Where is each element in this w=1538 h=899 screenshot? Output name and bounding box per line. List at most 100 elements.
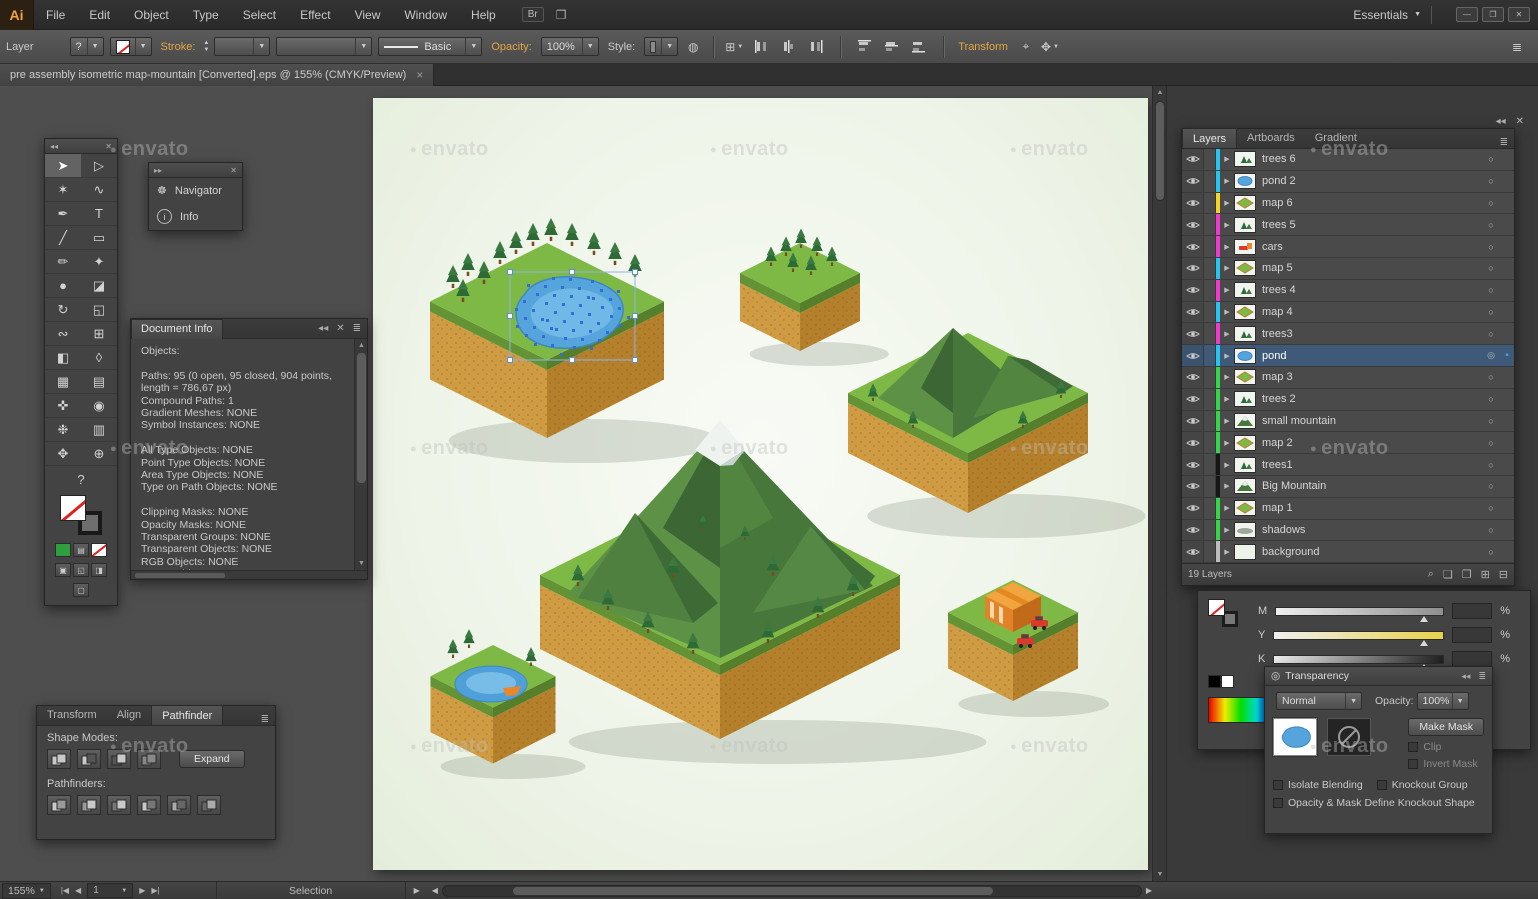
help-tool[interactable]: ? xyxy=(77,472,84,487)
menu-window[interactable]: Window xyxy=(392,0,459,30)
hand-tool[interactable]: ✥ xyxy=(45,442,81,466)
docinfo-hscrollbar[interactable] xyxy=(131,570,367,579)
document-info-tab[interactable]: Document Info xyxy=(131,319,223,339)
tab-close-icon[interactable]: × xyxy=(416,68,423,82)
isolate-object-icon[interactable]: ⌖ xyxy=(1015,37,1037,57)
layer-name[interactable]: map 4 xyxy=(1262,306,1482,318)
layer-thumbnail[interactable] xyxy=(1234,544,1256,560)
none-mode-button[interactable] xyxy=(91,543,107,557)
opacity-dropdown[interactable]: 100%▼ xyxy=(541,37,599,56)
shape-builder-tool[interactable]: ◧ xyxy=(45,346,81,370)
unite-button[interactable] xyxy=(47,749,71,769)
layer-thumbnail[interactable] xyxy=(1234,478,1256,494)
arrange-documents-icon[interactable]: ❒ xyxy=(556,8,567,22)
layer-row[interactable]: ▶trees 4○ xyxy=(1182,280,1514,302)
close-dock-icon[interactable]: ✕ xyxy=(1516,116,1524,127)
magenta-slider[interactable] xyxy=(1275,607,1444,616)
layer-thumbnail[interactable] xyxy=(1234,522,1256,538)
expand-arrow[interactable]: ▶ xyxy=(1220,330,1234,338)
mask-thumbnail[interactable] xyxy=(1327,718,1371,756)
layer-row[interactable]: ▶map 4○ xyxy=(1182,302,1514,324)
magenta-value-field[interactable] xyxy=(1452,603,1492,619)
visibility-toggle[interactable] xyxy=(1182,171,1204,192)
blob-brush-tool[interactable]: ● xyxy=(45,274,81,298)
layer-name[interactable]: map 5 xyxy=(1262,262,1482,274)
target-circle[interactable]: ○ xyxy=(1482,416,1500,426)
fill-color-dropdown[interactable]: ▼ xyxy=(110,37,152,56)
visibility-toggle[interactable] xyxy=(1182,193,1204,214)
layer-thumbnail[interactable] xyxy=(1234,391,1256,407)
paintbrush-tool[interactable]: ✦ xyxy=(81,250,117,274)
layer-row[interactable]: ▶trees 6○ xyxy=(1182,149,1514,171)
lock-toggle[interactable] xyxy=(1204,149,1216,170)
horizontal-scroll-thumb[interactable] xyxy=(513,887,993,895)
black-swatch[interactable] xyxy=(1208,675,1221,688)
scroll-down-arrow[interactable]: ▼ xyxy=(1153,868,1167,881)
minus-back-button[interactable] xyxy=(197,795,221,815)
target-circle[interactable]: ○ xyxy=(1482,220,1500,230)
target-circle[interactable]: ◎ xyxy=(1482,350,1500,361)
expand-button[interactable]: Expand xyxy=(179,750,245,768)
align-to-dropdown[interactable]: ⊞▼ xyxy=(723,37,745,57)
clip-checkbox[interactable]: Clip xyxy=(1408,741,1441,753)
make-mask-button[interactable]: Make Mask xyxy=(1408,718,1484,736)
target-circle[interactable]: ○ xyxy=(1482,154,1500,164)
object-style-dropdown[interactable]: ?▼ xyxy=(70,37,104,56)
eraser-tool[interactable]: ◪ xyxy=(81,274,117,298)
type-tool[interactable]: T xyxy=(81,202,117,226)
expand-arrow[interactable]: ▶ xyxy=(1220,417,1234,425)
layer-row[interactable]: ▶pond◎▪ xyxy=(1182,345,1514,367)
layer-name[interactable]: map 1 xyxy=(1262,502,1482,514)
lock-toggle[interactable] xyxy=(1204,367,1216,388)
collapse-panel-icon[interactable]: ◂◂ xyxy=(1461,671,1470,682)
line-segment-tool[interactable]: ╱ xyxy=(45,226,81,250)
target-circle[interactable]: ○ xyxy=(1482,438,1500,448)
close-button[interactable]: ✕ xyxy=(1508,7,1530,22)
panel-close-icon[interactable]: ✕ xyxy=(105,142,112,151)
target-circle[interactable]: ○ xyxy=(1482,285,1500,295)
blend-mode-dropdown[interactable]: Normal▼ xyxy=(1276,692,1362,710)
layer-row[interactable]: ▶trees 2○ xyxy=(1182,389,1514,411)
eyedropper-tool[interactable]: ✜ xyxy=(45,394,81,418)
menu-edit[interactable]: Edit xyxy=(77,0,122,30)
perspective-grid-tool[interactable]: ◊ xyxy=(81,346,117,370)
panel-collapse-icon[interactable]: ◂◂ xyxy=(318,323,328,334)
docinfo-scroll-thumb[interactable] xyxy=(357,353,366,483)
lock-toggle[interactable] xyxy=(1204,345,1216,366)
expand-arrow[interactable]: ▶ xyxy=(1220,177,1234,185)
target-circle[interactable]: ○ xyxy=(1482,460,1500,470)
layer-row[interactable]: ▶trees1○ xyxy=(1182,454,1514,476)
align-left-icon[interactable] xyxy=(751,37,773,57)
panel-menu-icon[interactable]: ≣ xyxy=(1500,137,1508,148)
rotate-tool[interactable]: ↻ xyxy=(45,298,81,322)
layer-row[interactable]: ▶trees3○ xyxy=(1182,323,1514,345)
new-sublayer-icon[interactable]: ❐ xyxy=(1462,568,1472,581)
transparency-opacity-dropdown[interactable]: 100%▼ xyxy=(1417,692,1469,710)
target-circle[interactable]: ○ xyxy=(1482,503,1500,513)
expand-arrow[interactable]: ▶ xyxy=(1220,221,1234,229)
crop-button[interactable] xyxy=(137,795,161,815)
rectangle-tool[interactable]: ▭ xyxy=(81,226,117,250)
visibility-toggle[interactable] xyxy=(1182,411,1204,432)
stroke-weight-dropdown[interactable]: ▼ xyxy=(214,37,270,56)
zoom-tool[interactable]: ⊕ xyxy=(81,442,117,466)
info-panel-button[interactable]: i Info xyxy=(149,203,242,230)
yellow-slider[interactable] xyxy=(1273,631,1444,640)
lock-toggle[interactable] xyxy=(1204,498,1216,519)
expand-arrow[interactable]: ▶ xyxy=(1220,504,1234,512)
align-top-icon[interactable] xyxy=(854,37,876,57)
minimize-button[interactable]: — xyxy=(1456,7,1478,22)
white-swatch[interactable] xyxy=(1221,675,1234,688)
lasso-tool[interactable]: ∿ xyxy=(81,178,117,202)
layer-name[interactable]: Big Mountain xyxy=(1262,480,1482,492)
first-artboard-button[interactable]: |◀ xyxy=(61,886,69,895)
scroll-left-arrow[interactable]: ◀ xyxy=(432,886,438,895)
target-circle[interactable]: ○ xyxy=(1482,242,1500,252)
layer-thumbnail[interactable] xyxy=(1234,500,1256,516)
mesh-tool[interactable]: ▦ xyxy=(45,370,81,394)
layer-thumbnail[interactable] xyxy=(1234,457,1256,473)
pen-tool[interactable]: ✒ xyxy=(45,202,81,226)
panel-menu-icon[interactable]: ≣ xyxy=(261,714,269,725)
lock-toggle[interactable] xyxy=(1204,193,1216,214)
visibility-toggle[interactable] xyxy=(1182,345,1204,366)
